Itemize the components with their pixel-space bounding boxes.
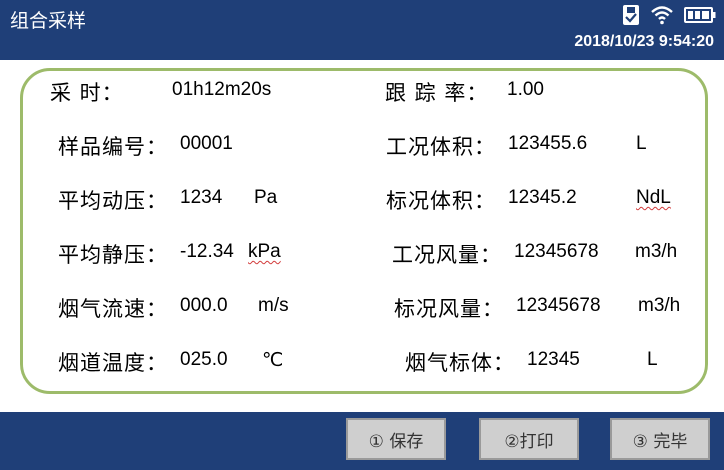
sample-time-value: 01h12m20s [172,79,272,100]
status-icons [622,4,716,30]
flue-velocity-value: 000.0 [180,295,228,316]
flue-std-volume-value: 12345 [527,349,580,370]
flue-temp-value: 025.0 [180,349,228,370]
work-volume-unit: L [636,133,647,154]
flue-velocity-unit: m/s [258,295,289,316]
work-flow-unit: m3/h [635,241,678,262]
battery-icon [684,7,716,27]
datetime: 2018/10/23 9:54:20 [574,33,714,50]
tracking-rate-value: 1.00 [507,79,544,100]
data-panel [20,68,708,394]
flue-std-volume-unit: L [647,349,658,370]
avg-dyn-pressure-unit: Pa [254,187,278,208]
main-area: 采 时： 01h12m20s 跟 踪 率： 1.00 样品编号： 00001 工… [0,60,724,412]
work-flow-label: 工况风量： [392,243,502,267]
avg-dyn-pressure-value: 1234 [180,187,223,208]
flue-std-volume-label: 烟气标体： [405,351,515,375]
std-volume-value: 12345.2 [508,187,577,208]
std-flow-label: 标况风量： [394,297,504,321]
work-volume-label: 工况体积： [386,135,496,159]
std-flow-value: 12345678 [516,295,601,316]
flue-temp-unit: ℃ [262,350,284,371]
print-button[interactable]: ②打印 [479,418,579,460]
save-button[interactable]: ① 保存 [346,418,446,460]
flue-temp-label: 烟道温度： [58,351,168,375]
sample-time-label: 采 时： [50,81,124,105]
usb-drive-icon [622,4,640,30]
header-bar: 组合采样 2018/10/23 9:54:20 [0,0,724,60]
page-title: 组合采样 [10,10,87,32]
avg-dyn-pressure-label: 平均动压： [58,189,168,213]
std-volume-unit: NdL [636,187,671,208]
avg-static-pressure-value: -12.34 [180,241,234,262]
avg-static-pressure-label: 平均静压： [58,243,168,267]
avg-static-pressure-unit: kPa [248,241,281,262]
sample-no-value: 00001 [180,133,233,154]
sample-no-label: 样品编号： [58,135,168,159]
flue-velocity-label: 烟气流速： [58,297,168,321]
tracking-rate-label: 跟 踪 率： [385,81,489,105]
work-flow-value: 12345678 [514,241,599,262]
footer-bar: ① 保存 ②打印 ③ 完毕 [0,412,724,470]
wifi-icon [650,5,674,29]
finish-button[interactable]: ③ 完毕 [610,418,710,460]
std-flow-unit: m3/h [638,295,681,316]
work-volume-value: 123455.6 [508,133,588,154]
std-volume-label: 标况体积： [386,189,496,213]
